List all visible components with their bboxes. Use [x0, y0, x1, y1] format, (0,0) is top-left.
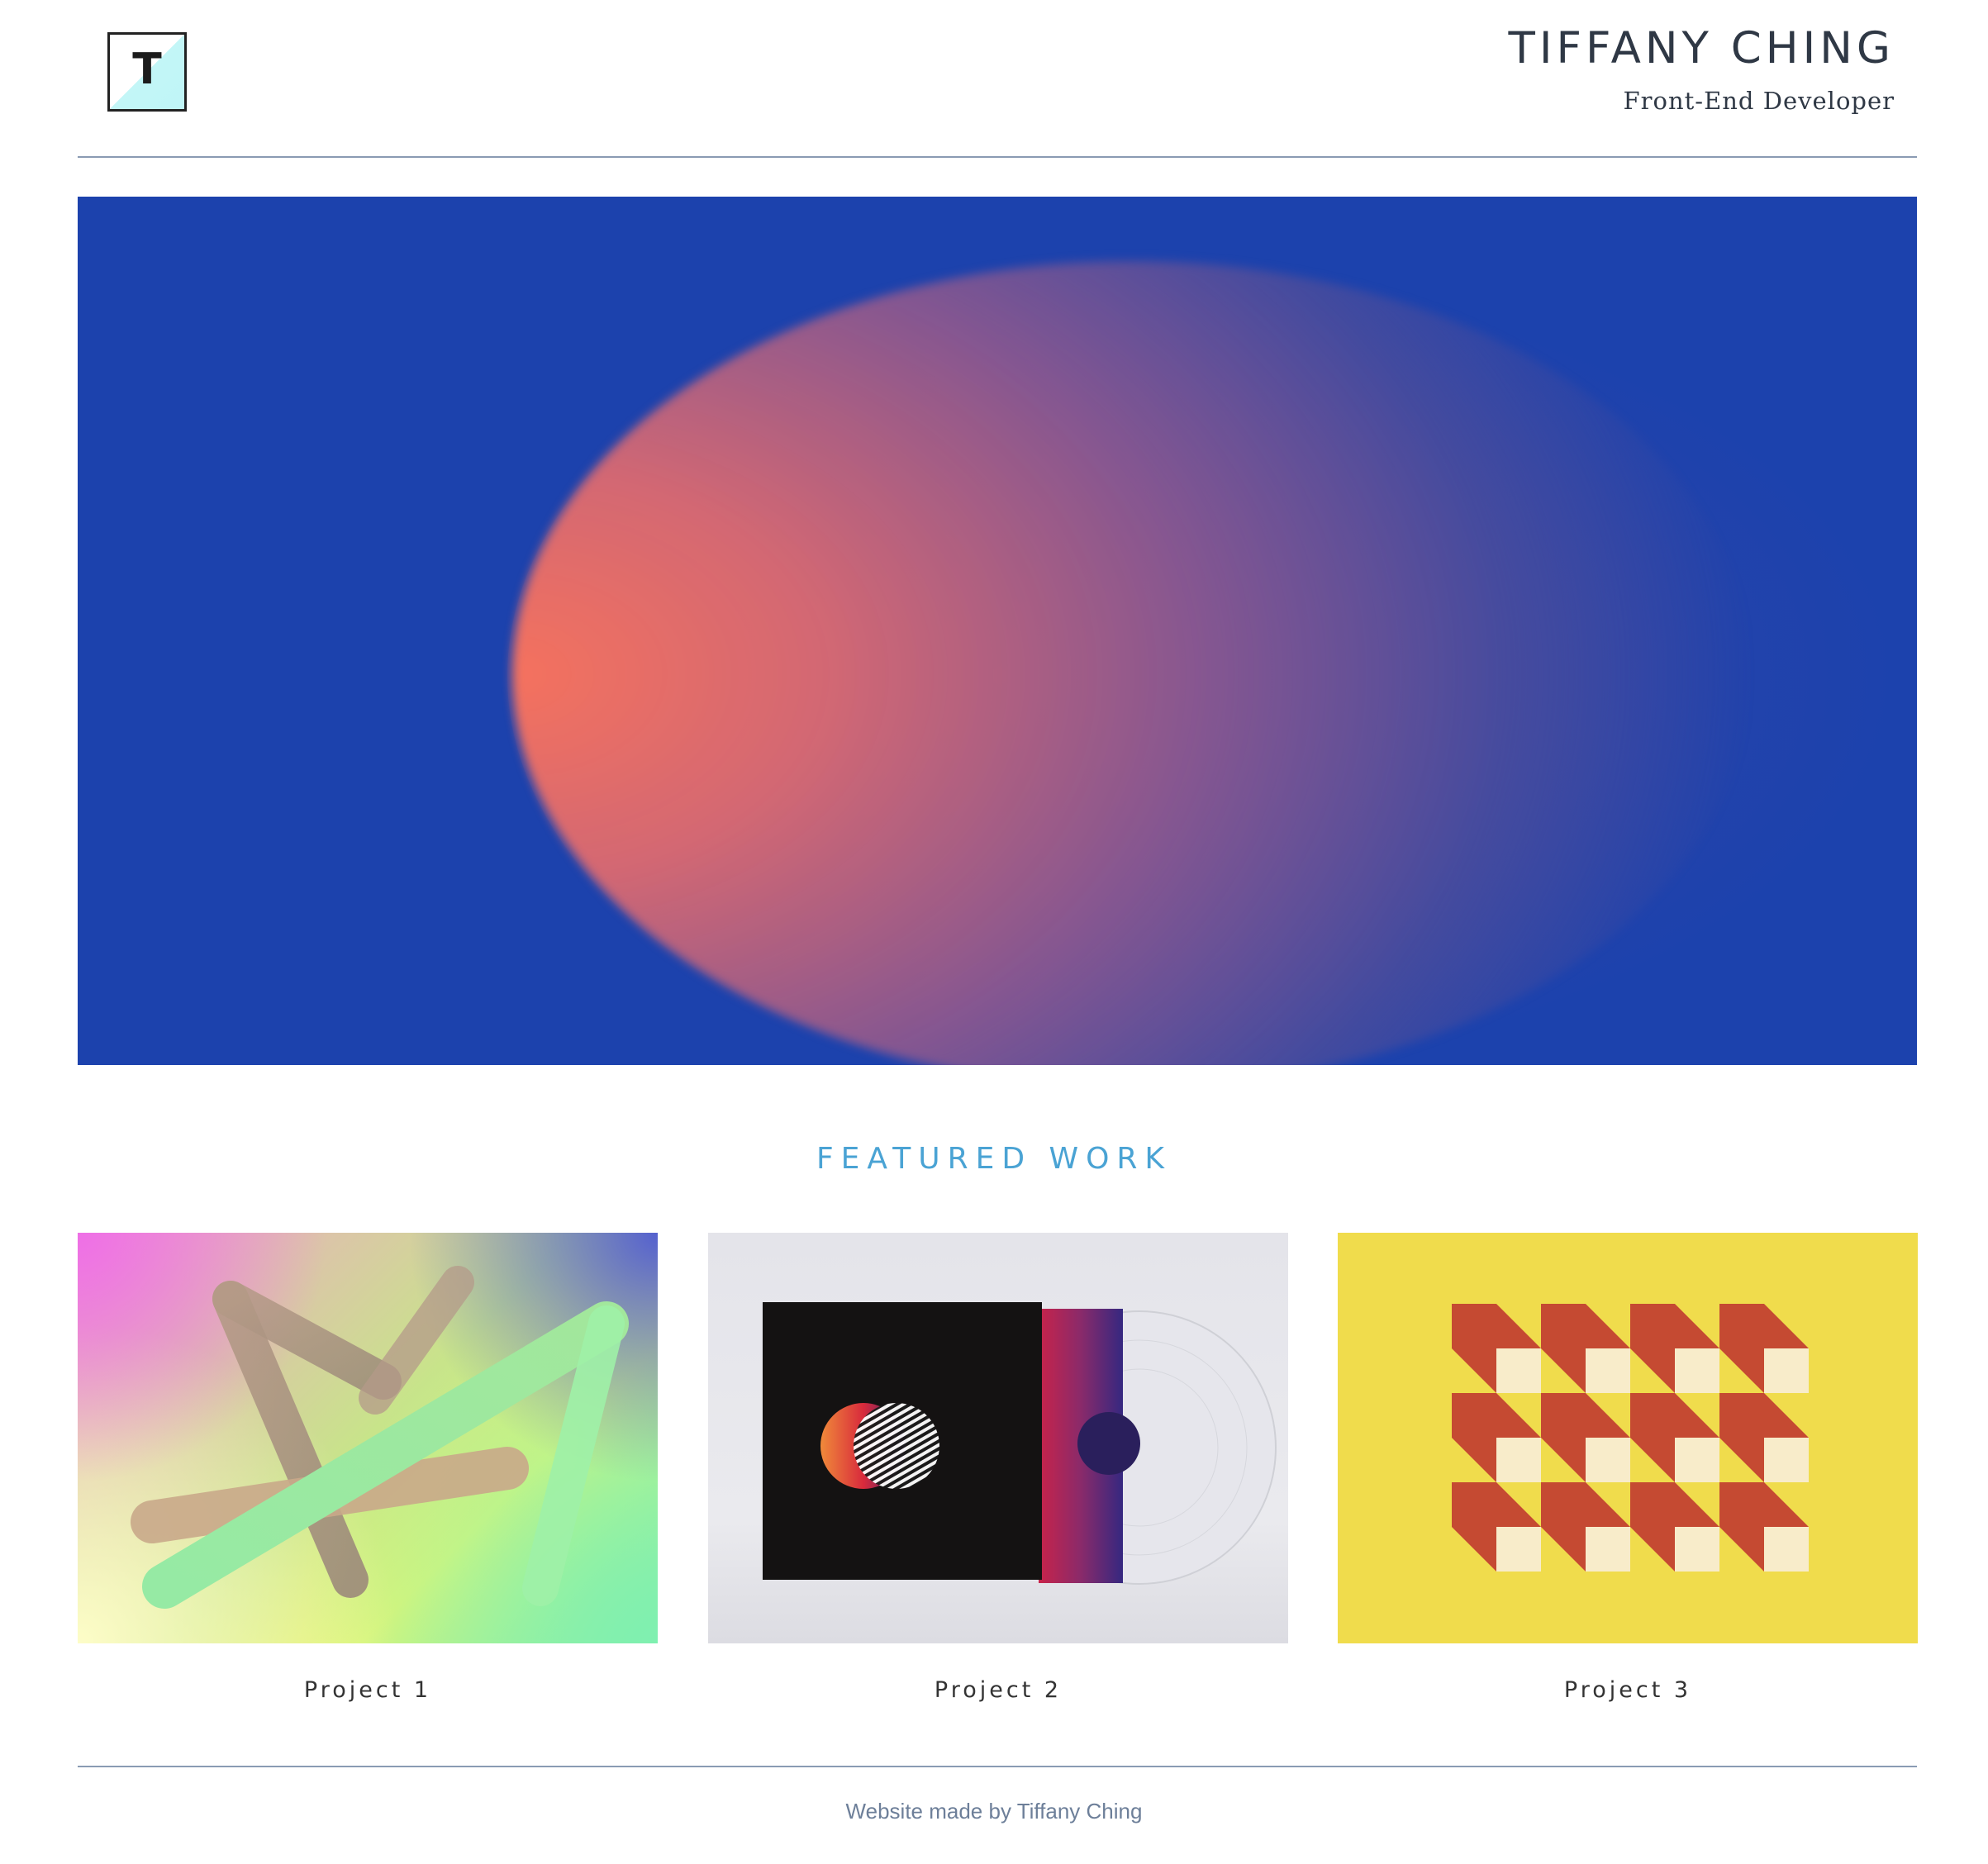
project-3-thumbnail[interactable] — [1338, 1233, 1918, 1643]
project-1-thumbnail[interactable] — [78, 1233, 658, 1643]
project-3-label[interactable]: Project 3 — [1338, 1677, 1918, 1703]
header-divider — [78, 156, 1917, 158]
featured-work-heading: FEATURED WORK — [816, 1142, 1172, 1176]
logo-letter: T — [132, 45, 162, 94]
project-2-artwork — [763, 1302, 1277, 1585]
hero-orb — [512, 261, 1752, 1065]
footer-credit: Website made by Tiffany Ching — [845, 1799, 1143, 1824]
project-3-artwork — [1452, 1304, 1809, 1572]
project-1-label[interactable]: Project 1 — [78, 1677, 658, 1703]
project-1-artwork — [131, 1266, 629, 1609]
hero-image — [78, 197, 1917, 1065]
page: T TIFFANY CHING Front-End Developer FEAT… — [0, 0, 1988, 1864]
site-role: Front-End Developer — [1623, 87, 1895, 115]
site-name: TIFFANY CHING — [1508, 23, 1895, 74]
project-2-label[interactable]: Project 2 — [708, 1677, 1288, 1703]
footer-divider — [78, 1766, 1917, 1767]
project-2-thumbnail[interactable] — [708, 1233, 1288, 1643]
logo[interactable]: T — [107, 32, 187, 112]
